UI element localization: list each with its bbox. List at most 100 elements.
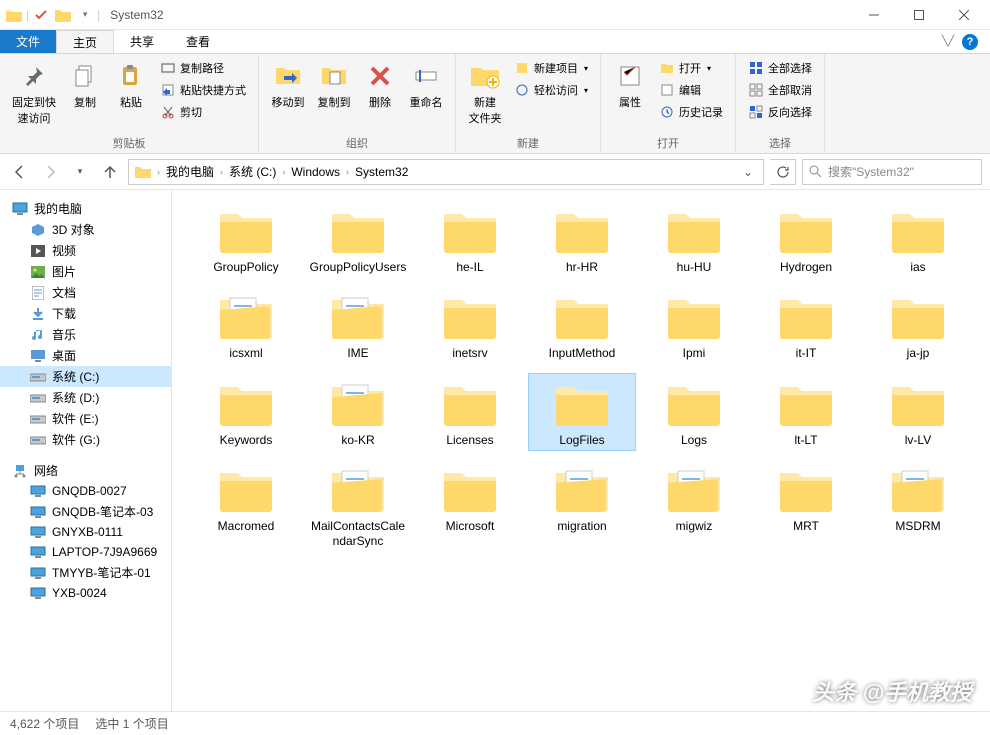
tree-item[interactable]: 视频: [0, 240, 171, 261]
tree-item[interactable]: 系统 (C:): [0, 366, 171, 387]
new-folder-button[interactable]: 新建 文件夹: [464, 58, 506, 128]
tree-item[interactable]: GNYXB-0111: [0, 522, 171, 542]
paste-button[interactable]: 粘贴: [110, 58, 152, 112]
folder-item[interactable]: ias: [864, 200, 972, 278]
folder-item[interactable]: ja-jp: [864, 286, 972, 364]
folder-item[interactable]: Microsoft: [416, 459, 524, 552]
tree-item[interactable]: 文档: [0, 282, 171, 303]
tab-home[interactable]: 主页: [56, 30, 114, 53]
check-icon[interactable]: [31, 5, 51, 25]
open-button[interactable]: 打开▾: [655, 58, 727, 78]
minimize-button[interactable]: [851, 1, 896, 29]
tree-item[interactable]: 系统 (D:): [0, 387, 171, 408]
bc-item[interactable]: 系统 (C:): [227, 163, 278, 180]
bc-root-icon[interactable]: [133, 165, 153, 179]
nav-tree[interactable]: 我的电脑3D 对象视频图片文档下载音乐桌面系统 (C:)系统 (D:)软件 (E…: [0, 190, 172, 711]
refresh-button[interactable]: [770, 159, 796, 185]
tree-item[interactable]: 3D 对象: [0, 219, 171, 240]
chevron-down-icon[interactable]: ▾: [75, 5, 95, 25]
paste-shortcut-button[interactable]: 粘贴快捷方式: [156, 80, 250, 100]
folder-item[interactable]: he-IL: [416, 200, 524, 278]
move-to-button[interactable]: 移动到: [267, 58, 309, 112]
rename-icon: [410, 60, 442, 92]
tree-item[interactable]: GNQDB-笔记本-03: [0, 501, 171, 522]
new-item-button[interactable]: 新建项目▾: [510, 58, 592, 78]
history-button[interactable]: 历史记录: [655, 102, 727, 122]
folder-item[interactable]: MSDRM: [864, 459, 972, 552]
bc-dropdown[interactable]: ⌄: [737, 165, 759, 179]
maximize-button[interactable]: [896, 1, 941, 29]
tree-item[interactable]: LAPTOP-7J9A9669: [0, 542, 171, 562]
ribbon-group-organize: 移动到 复制到 删除 重命名 组织: [259, 54, 456, 153]
tree-item[interactable]: 桌面: [0, 345, 171, 366]
tab-view[interactable]: 查看: [170, 30, 226, 53]
folder-item[interactable]: Keywords: [192, 373, 300, 451]
folder-item[interactable]: it-IT: [752, 286, 860, 364]
folder-item[interactable]: hu-HU: [640, 200, 748, 278]
copy-button[interactable]: 复制: [64, 58, 106, 112]
folder-item[interactable]: Macromed: [192, 459, 300, 552]
folder-item[interactable]: MailContactsCalendarSync: [304, 459, 412, 552]
folder-item[interactable]: migration: [528, 459, 636, 552]
chevron-right-icon[interactable]: ›: [155, 167, 162, 177]
recent-dropdown[interactable]: ▾: [68, 160, 92, 184]
bc-item[interactable]: System32: [353, 165, 410, 179]
select-invert-button[interactable]: 反向选择: [744, 102, 816, 122]
tab-file[interactable]: 文件: [0, 30, 56, 53]
folder-item[interactable]: InputMethod: [528, 286, 636, 364]
bc-item[interactable]: Windows: [289, 165, 342, 179]
easy-access-button[interactable]: 轻松访问▾: [510, 80, 592, 100]
breadcrumb[interactable]: › 我的电脑 › 系统 (C:) › Windows › System32 ⌄: [128, 159, 764, 185]
tree-item[interactable]: 我的电脑: [0, 198, 171, 219]
up-button[interactable]: [98, 160, 122, 184]
tab-share[interactable]: 共享: [114, 30, 170, 53]
chevron-right-icon[interactable]: ›: [218, 167, 225, 177]
folder-icon: [550, 290, 614, 344]
cut-button[interactable]: 剪切: [156, 102, 250, 122]
folder-item[interactable]: Licenses: [416, 373, 524, 451]
forward-button[interactable]: [38, 160, 62, 184]
tree-item[interactable]: 下载: [0, 303, 171, 324]
chevron-right-icon[interactable]: ›: [344, 167, 351, 177]
search-input[interactable]: 搜索"System32": [802, 159, 982, 185]
folder-item[interactable]: ko-KR: [304, 373, 412, 451]
rename-button[interactable]: 重命名: [405, 58, 447, 112]
copy-path-button[interactable]: 复制路径: [156, 58, 250, 78]
folder-view[interactable]: GroupPolicyGroupPolicyUsershe-ILhr-HRhu-…: [172, 190, 990, 711]
folder-item[interactable]: inetsrv: [416, 286, 524, 364]
ribbon-collapse-icon[interactable]: ╲╱: [942, 36, 954, 47]
folder-item[interactable]: IME: [304, 286, 412, 364]
close-button[interactable]: [941, 1, 986, 29]
tree-item[interactable]: 音乐: [0, 324, 171, 345]
help-icon[interactable]: ?: [962, 34, 978, 50]
folder-item[interactable]: GroupPolicy: [192, 200, 300, 278]
folder-item[interactable]: MRT: [752, 459, 860, 552]
tree-item[interactable]: TMYYB-笔记本-01: [0, 562, 171, 583]
chevron-right-icon[interactable]: ›: [280, 167, 287, 177]
tree-item[interactable]: 图片: [0, 261, 171, 282]
folder-item[interactable]: Ipmi: [640, 286, 748, 364]
folder-item[interactable]: lt-LT: [752, 373, 860, 451]
back-button[interactable]: [8, 160, 32, 184]
edit-button[interactable]: 编辑: [655, 80, 727, 100]
select-none-button[interactable]: 全部取消: [744, 80, 816, 100]
tree-item[interactable]: GNQDB-0027: [0, 481, 171, 501]
tree-item[interactable]: YXB-0024: [0, 583, 171, 603]
folder-item[interactable]: Logs: [640, 373, 748, 451]
pin-button[interactable]: 固定到快 速访问: [8, 58, 60, 128]
tree-item[interactable]: 网络: [0, 460, 171, 481]
tree-item[interactable]: 软件 (G:): [0, 429, 171, 450]
folder-item[interactable]: icsxml: [192, 286, 300, 364]
select-all-button[interactable]: 全部选择: [744, 58, 816, 78]
folder-item[interactable]: LogFiles: [528, 373, 636, 451]
tree-item[interactable]: 软件 (E:): [0, 408, 171, 429]
folder-item[interactable]: hr-HR: [528, 200, 636, 278]
folder-item[interactable]: Hydrogen: [752, 200, 860, 278]
delete-button[interactable]: 删除: [359, 58, 401, 112]
folder-item[interactable]: migwiz: [640, 459, 748, 552]
properties-button[interactable]: 属性: [609, 58, 651, 112]
folder-item[interactable]: lv-LV: [864, 373, 972, 451]
folder-item[interactable]: GroupPolicyUsers: [304, 200, 412, 278]
bc-item[interactable]: 我的电脑: [164, 163, 216, 180]
copy-to-button[interactable]: 复制到: [313, 58, 355, 112]
